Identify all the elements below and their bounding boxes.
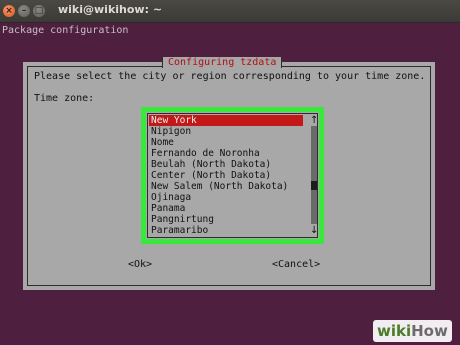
window-title: wiki@wikihow: ~ [58,3,163,16]
minimize-window-button[interactable]: – [18,5,30,17]
time-zone-list[interactable]: New York Nipigon Nome Fernando de Noronh… [149,115,303,236]
scroll-down-arrow-icon[interactable]: ↓ [310,225,318,236]
time-zone-label: Time zone: [34,93,95,104]
list-item-beulah[interactable]: Beulah (North Dakota) [149,159,303,170]
close-window-button[interactable]: × [3,5,15,17]
list-item-paramaribo[interactable]: Paramaribo [149,225,303,236]
maximize-icon: □ [34,6,44,16]
list-item-new-york[interactable]: New York [149,115,303,126]
minimize-icon: – [21,6,27,16]
dialog-title: Configuring tzdata [162,57,283,68]
list-item-nipigon[interactable]: Nipigon [149,126,303,137]
list-item-center[interactable]: Center (North Dakota) [149,170,303,181]
watermark-wiki: wiki [377,322,412,340]
list-item-ojinaga[interactable]: Ojinaga [149,192,303,203]
wikihow-watermark: wikiHow [373,320,452,342]
list-item-fernando-de-noronha[interactable]: Fernando de Noronha [149,148,303,159]
dialog-prompt: Please select the city or region corresp… [34,71,426,82]
scrollbar-track[interactable] [311,126,317,224]
list-item-pangnirtung[interactable]: Pangnirtung [149,214,303,225]
scroll-up-arrow-icon[interactable]: ↑ [310,115,318,126]
list-item-panama[interactable]: Panama [149,203,303,214]
ok-button[interactable]: <Ok> [128,259,152,270]
list-item-new-salem[interactable]: New Salem (North Dakota) [149,181,303,192]
watermark-how: How [411,322,448,340]
list-item-nome[interactable]: Nome [149,137,303,148]
scrollbar-thumb[interactable] [311,181,317,190]
maximize-window-button[interactable]: □ [33,5,45,17]
package-configuration-header: Package configuration [2,25,129,36]
window-titlebar[interactable]: × – □ wiki@wikihow: ~ [0,0,460,23]
close-icon: × [5,6,13,16]
cancel-button[interactable]: <Cancel> [272,259,320,270]
